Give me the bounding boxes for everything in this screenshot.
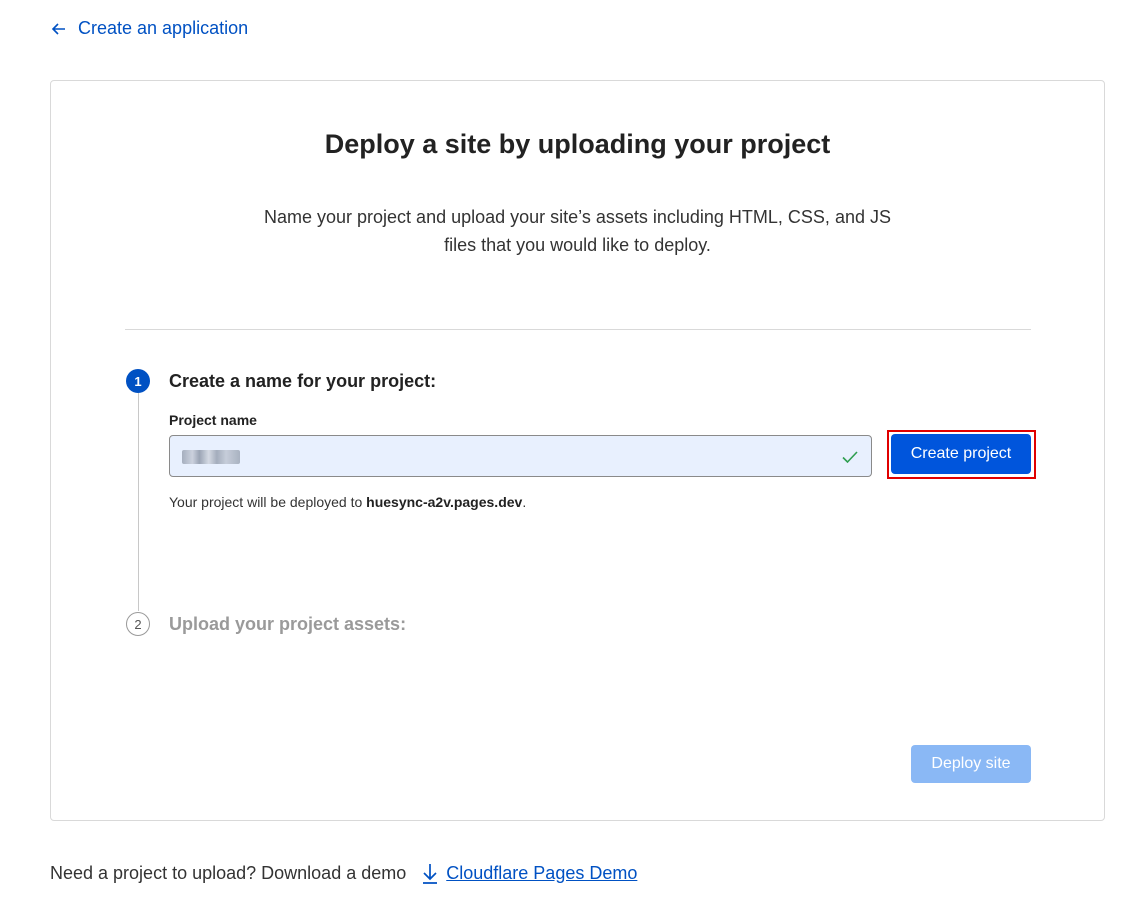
- step-connector: [138, 393, 139, 611]
- deploy-note-prefix: Your project will be deployed to: [169, 494, 367, 510]
- arrow-left-icon: [51, 22, 65, 35]
- deploy-card: Deploy a site by uploading your project …: [50, 80, 1105, 821]
- check-icon: [842, 451, 858, 464]
- back-link-label: Create an application: [78, 18, 249, 38]
- deploy-note-suffix: .: [522, 494, 527, 510]
- step-2-title: Upload your project assets:: [169, 614, 407, 634]
- project-name-label: Project name: [169, 412, 257, 428]
- divider: [125, 329, 1031, 330]
- page-description: Name your project and upload your site’s…: [264, 207, 891, 255]
- step-1-badge: 1: [126, 369, 150, 393]
- project-name-field[interactable]: [169, 435, 872, 477]
- step-2-badge: 2: [126, 612, 150, 636]
- demo-download-link[interactable]: Cloudflare Pages Demo: [420, 862, 637, 884]
- step-1-title: Create a name for your project:: [169, 371, 437, 391]
- page-title: Deploy a site by uploading your project: [324, 129, 831, 159]
- download-icon: [423, 864, 438, 884]
- deploy-site-button[interactable]: Deploy site: [911, 745, 1031, 783]
- project-name-input[interactable]: [170, 436, 871, 476]
- back-link[interactable]: Create an application: [50, 18, 248, 39]
- footer: Need a project to upload? Download a dem…: [50, 862, 637, 884]
- deploy-domain: huesync-a2v.pages.dev: [366, 494, 523, 510]
- create-project-button[interactable]: Create project: [891, 434, 1031, 474]
- demo-link-label: Cloudflare Pages Demo: [446, 862, 638, 883]
- footer-text: Need a project to upload? Download a dem…: [50, 862, 407, 883]
- deploy-note: Your project will be deployed to huesync…: [169, 494, 526, 510]
- obscured-value: [182, 450, 240, 464]
